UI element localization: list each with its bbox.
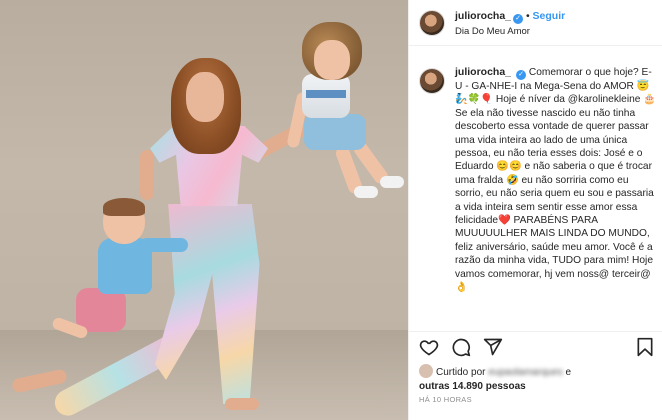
photo-child-sock [354, 186, 378, 198]
paper-plane-icon[interactable] [483, 337, 503, 357]
bookmark-icon[interactable] [635, 337, 655, 357]
caption-username-link[interactable]: juliorocha_ [455, 66, 511, 78]
likes-prefix: Curtido por [436, 367, 486, 378]
caption-text: juliorocha_ ✓ Comemorar o que hoje? E-U -… [455, 66, 659, 295]
photo-baby-hair [103, 198, 145, 216]
follow-button[interactable]: Seguir [533, 10, 566, 22]
heart-icon[interactable] [419, 337, 439, 357]
post-side-panel: juliorocha_ ✓ • Seguir Dia Do Meu Amor ju… [408, 0, 662, 420]
avatar[interactable] [419, 10, 445, 36]
location-link[interactable]: Dia Do Meu Amor [455, 26, 530, 37]
liker-avatar [419, 364, 433, 378]
photo-child-sock [380, 176, 404, 188]
likes-conj: e [565, 367, 572, 378]
photo-baby-arm [140, 238, 188, 252]
header-user-line: juliorocha_ ✓ • Seguir [455, 10, 565, 24]
photo-woman-foot-right [225, 398, 259, 410]
action-bar [409, 331, 662, 359]
post-caption: juliorocha_ ✓ Comemorar o que hoje? E-U -… [419, 66, 659, 322]
caption-body: Comemorar o que hoje? E-U - GA-NHE-I na … [455, 67, 656, 294]
separator-dot: • [525, 10, 533, 22]
photo-child-shirt-stripe [306, 90, 346, 98]
avatar[interactable] [419, 68, 445, 94]
post-header: juliorocha_ ✓ • Seguir Dia Do Meu Amor [409, 0, 662, 46]
comment-icon[interactable] [451, 337, 471, 357]
username-link[interactable]: juliorocha_ [455, 10, 511, 22]
photo-baby-pants [76, 288, 126, 332]
post-timestamp[interactable]: HÁ 10 HORAS [419, 395, 472, 404]
verified-badge-icon: ✓ [516, 70, 527, 80]
verified-badge-icon: ✓ [513, 14, 524, 24]
photo-woman-face [186, 72, 224, 122]
photo-child-face [314, 40, 350, 80]
photo-woman-arm [140, 150, 154, 200]
likes-count-link[interactable]: outras 14.890 pessoas [419, 381, 526, 392]
photo-child-shorts [304, 114, 366, 150]
post-photo[interactable] [0, 0, 408, 420]
liker-username-link[interactable]: eupaolamarques [488, 367, 563, 378]
likes-summary: Curtido por eupaolamarques e outras 14.8… [419, 364, 659, 393]
